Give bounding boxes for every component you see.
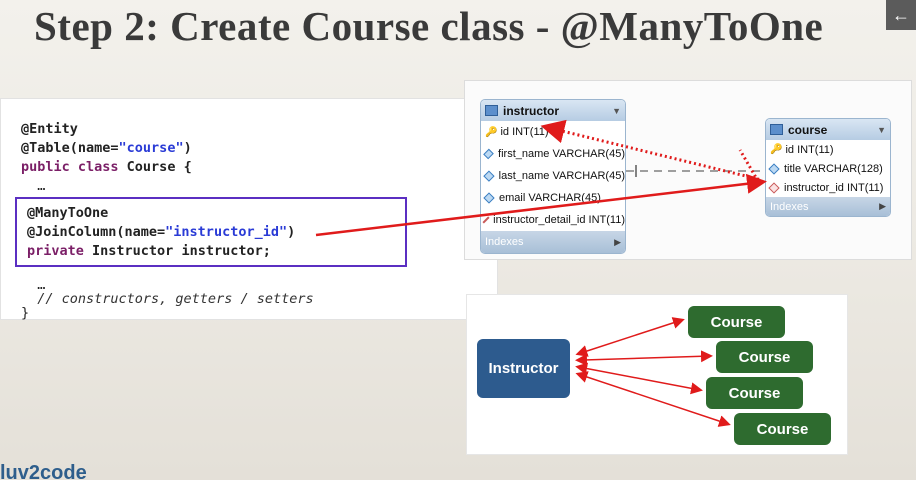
expand-icon[interactable]: ▶ — [614, 237, 621, 248]
course-node: Course — [716, 341, 813, 373]
class-name: Course { — [118, 159, 192, 175]
course-col-title: title VARCHAR(128) — [766, 159, 890, 178]
keyword-private: private — [27, 243, 84, 259]
code-line-field: private Instructor instructor; — [27, 243, 271, 259]
code-line-entity: @Entity — [21, 121, 78, 137]
course-col-id: 🔑 id INT(11) — [766, 140, 890, 159]
column-label: instructor_detail_id INT(11) — [493, 214, 625, 226]
instructor-table-name: instructor — [503, 103, 560, 118]
course-col-instructor-id: instructor_id INT(11) — [766, 178, 890, 197]
string-course: "course" — [118, 140, 184, 156]
instructor-indexes[interactable]: Indexes ▶ — [481, 231, 625, 253]
column-label: title VARCHAR(128) — [784, 162, 883, 175]
code-comment: // constructors, getters / setters — [21, 291, 314, 307]
column-label: first_name VARCHAR(45) — [498, 148, 625, 160]
instructor-table[interactable]: instructor ▼ 🔑 id INT(11) first_name VARC… — [480, 99, 626, 254]
table-icon — [485, 105, 498, 116]
key-icon: 🔑 — [770, 144, 783, 155]
diamond-icon — [768, 162, 780, 175]
diamond-icon — [483, 170, 495, 182]
keyword-public-class: public class — [21, 159, 119, 175]
foreign-key-icon — [768, 181, 780, 194]
code-line-joincolumn: @JoinColumn(name="instructor_id") — [27, 224, 295, 240]
code-closing-brace: } — [21, 305, 30, 321]
foreign-key-icon — [482, 216, 490, 224]
course-node: Course — [688, 306, 785, 338]
table-icon — [770, 124, 783, 135]
instructor-table-header: instructor ▼ — [481, 100, 625, 121]
instructor-node: Instructor — [477, 339, 570, 398]
back-arrow-icon[interactable]: ← — [886, 0, 916, 30]
instructor-col-detail-id: instructor_detail_id INT(11) — [481, 209, 625, 231]
code-line-class: public class Course { — [21, 159, 192, 175]
course-table-header: course ▼ — [766, 119, 890, 140]
course-table[interactable]: course ▼ 🔑 id INT(11) title VARCHAR(128) … — [765, 118, 891, 217]
code-line-table: @Table(name="course") — [21, 140, 192, 156]
erd-panel: instructor ▼ 🔑 id INT(11) first_name VARC… — [464, 80, 912, 260]
course-node: Course — [706, 377, 803, 409]
annotation-joincolumn: @JoinColumn(name= — [27, 224, 166, 240]
column-label: last_name VARCHAR(45) — [498, 170, 625, 182]
code-panel: @Entity @Table(name="course") public cla… — [0, 98, 498, 321]
column-label: id INT(11) — [500, 126, 549, 138]
dropdown-icon[interactable]: ▼ — [877, 125, 886, 135]
indexes-label: Indexes — [485, 236, 524, 248]
annotation-manytoone: @ManyToOne — [27, 205, 109, 221]
relationship-panel: Instructor Course Course Course Course — [466, 294, 848, 455]
diamond-icon — [483, 192, 495, 204]
brand-logo: luv2code — [0, 462, 87, 480]
column-label: id INT(11) — [785, 143, 834, 156]
annotation-table: @Table(name= — [21, 140, 119, 156]
code-ellipsis-top: … — [21, 178, 46, 194]
annotation-joincolumn-close: ) — [287, 224, 296, 240]
code-line-manytoone: @ManyToOne — [27, 205, 108, 221]
instructor-col-id: 🔑 id INT(11) — [481, 121, 625, 143]
annotation-table-close: ) — [183, 140, 192, 156]
field-declaration: Instructor instructor; — [83, 243, 271, 259]
course-table-name: course — [788, 122, 828, 137]
key-icon: 🔑 — [485, 126, 498, 138]
course-node: Course — [734, 413, 831, 445]
dropdown-icon[interactable]: ▼ — [612, 106, 621, 116]
annotation-entity: @Entity — [21, 121, 78, 137]
instructor-col-email: email VARCHAR(45) — [481, 187, 625, 209]
expand-icon[interactable]: ▶ — [879, 201, 886, 212]
diamond-icon — [483, 148, 494, 160]
instructor-col-last-name: last_name VARCHAR(45) — [481, 165, 625, 187]
string-instructor-id: "instructor_id" — [165, 224, 288, 240]
column-label: instructor_id INT(11) — [784, 181, 884, 194]
course-indexes[interactable]: Indexes ▶ — [766, 197, 890, 216]
instructor-col-first-name: first_name VARCHAR(45) — [481, 143, 625, 165]
indexes-label: Indexes — [770, 200, 809, 213]
slide-title: Step 2: Create Course class - @ManyToOne — [34, 3, 824, 49]
column-label: email VARCHAR(45) — [499, 192, 601, 204]
